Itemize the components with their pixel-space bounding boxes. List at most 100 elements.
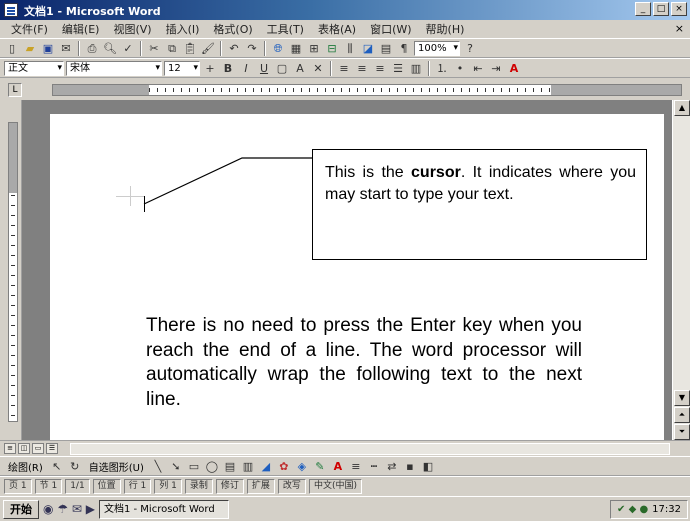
bullets-icon[interactable]: • (452, 61, 468, 76)
grow-font-icon[interactable]: + (202, 61, 218, 76)
taskbar-word-button[interactable]: 文档1 - Microsoft Word (98, 499, 229, 519)
menu-view[interactable]: 视图(V) (106, 21, 158, 37)
italic-icon[interactable]: I (238, 61, 254, 76)
font-select[interactable]: 宋体 (66, 60, 162, 76)
menu-format[interactable]: 格式(O) (206, 21, 259, 37)
cut-icon[interactable]: ✂ (146, 41, 162, 56)
status-mode-track[interactable]: 修订 (215, 479, 244, 494)
align-left-icon[interactable]: ≡ (336, 61, 352, 76)
open-folder-icon[interactable]: ▰ (22, 41, 38, 56)
show-hide-icon[interactable]: ¶ (396, 41, 412, 56)
undo-icon[interactable]: ↶ (226, 41, 242, 56)
insert-table-icon[interactable]: ⊞ (306, 41, 322, 56)
help-icon[interactable]: ? (462, 41, 478, 56)
status-mode-record[interactable]: 录制 (184, 479, 213, 494)
horizontal-scrollbar[interactable] (70, 443, 670, 455)
print-preview-icon[interactable]: 🔍︎ (102, 41, 118, 56)
line-style-icon[interactable]: ≡ (348, 459, 364, 474)
horizontal-ruler[interactable] (52, 84, 682, 96)
fill-color-icon[interactable]: ◈ (294, 459, 310, 474)
distribute-icon[interactable]: ▥ (408, 61, 424, 76)
tables-borders-icon[interactable]: ▦ (288, 41, 304, 56)
tab-selector-icon[interactable]: L (8, 83, 22, 97)
format-painter-icon[interactable]: 🖌︎ (200, 41, 216, 56)
insert-excel-icon[interactable]: ⊟ (324, 41, 340, 56)
horizontal-scrollbar-row: ≡ ◫ ▭ ☰ (0, 440, 690, 456)
char-border-icon[interactable]: ▢ (274, 61, 290, 76)
previous-page-icon[interactable]: ⏶ (674, 407, 690, 423)
redo-icon[interactable]: ↷ (244, 41, 260, 56)
justify-icon[interactable]: ☰ (390, 61, 406, 76)
maximize-button[interactable]: □ (653, 2, 669, 16)
spelling-icon[interactable]: ✓ (120, 41, 136, 56)
textbox-icon[interactable]: ▤ (222, 459, 238, 474)
wordart-icon[interactable]: ◢ (258, 459, 274, 474)
web-view-icon[interactable]: ◫ (18, 443, 30, 454)
next-page-icon[interactable]: ⏷ (674, 424, 690, 440)
select-objects-icon[interactable]: ↖ (49, 459, 65, 474)
drawing-icon[interactable]: ◪ (360, 41, 376, 56)
vertical-textbox-icon[interactable]: ▥ (240, 459, 256, 474)
menu-help[interactable]: 帮助(H) (419, 21, 472, 37)
dash-style-icon[interactable]: ┅ (366, 459, 382, 474)
decrease-indent-icon[interactable]: ⇤ (470, 61, 486, 76)
font-color-drawing-icon[interactable]: A (330, 459, 346, 474)
numbering-icon[interactable]: ⒈ (434, 61, 450, 76)
start-button[interactable]: 开始 (3, 499, 39, 519)
menu-edit[interactable]: 编辑(E) (55, 21, 107, 37)
word-app-icon[interactable] (4, 3, 18, 17)
status-mode-overtype[interactable]: 改写 (277, 479, 306, 494)
vertical-scrollbar[interactable]: ▲ ▼ ⏶ ⏷ (672, 100, 690, 440)
vertical-ruler-strip[interactable] (8, 122, 18, 422)
autoshapes-menu-button[interactable]: 自选图形(U) (85, 459, 148, 474)
shadow-icon[interactable]: ▪ (402, 459, 418, 474)
email-icon[interactable]: ✉ (58, 41, 74, 56)
menu-window[interactable]: 窗口(W) (363, 21, 418, 37)
draw-menu-button[interactable]: 绘图(R) (4, 459, 47, 474)
paste-icon[interactable]: 📋︎ (182, 41, 198, 56)
align-center-icon[interactable]: ≡ (354, 61, 370, 76)
free-rotate-icon[interactable]: ↻ (67, 459, 83, 474)
document-page[interactable]: This is the cursor. It indicates where y… (50, 114, 664, 440)
menu-file[interactable]: 文件(F) (4, 21, 55, 37)
increase-indent-icon[interactable]: ⇥ (488, 61, 504, 76)
char-shading-icon[interactable]: A (292, 61, 308, 76)
underline-icon[interactable]: U (256, 61, 272, 76)
minimize-button[interactable]: _ (635, 2, 651, 16)
copy-icon[interactable]: ⧉ (164, 41, 180, 56)
scroll-down-icon[interactable]: ▼ (674, 390, 690, 406)
arrow-style-icon[interactable]: ⇄ (384, 459, 400, 474)
menu-table[interactable]: 表格(A) (311, 21, 363, 37)
line-icon[interactable]: ╲ (150, 459, 166, 474)
columns-icon[interactable]: ⫼ (342, 41, 358, 56)
arrow-icon[interactable]: ➘ (168, 459, 184, 474)
line-color-icon[interactable]: ✎ (312, 459, 328, 474)
style-select[interactable]: 正文 (4, 60, 64, 76)
new-document-icon[interactable]: ▯ (4, 41, 20, 56)
char-scale-icon[interactable]: ✕ (310, 61, 326, 76)
tray-icons[interactable]: ✔ ◆ ● (617, 501, 648, 518)
hyperlink-icon[interactable]: 🌐︎ (270, 41, 286, 56)
scroll-up-icon[interactable]: ▲ (674, 100, 690, 116)
document-close-button[interactable]: × (675, 22, 684, 35)
menu-tools[interactable]: 工具(T) (260, 21, 311, 37)
document-map-icon[interactable]: ▤ (378, 41, 394, 56)
font-size-select[interactable]: 12 (164, 60, 200, 76)
save-icon[interactable]: ▣ (40, 41, 56, 56)
align-right-icon[interactable]: ≡ (372, 61, 388, 76)
3d-icon[interactable]: ◧ (420, 459, 436, 474)
oval-icon[interactable]: ◯ (204, 459, 220, 474)
print-view-icon[interactable]: ▭ (32, 443, 44, 454)
outline-view-icon[interactable]: ☰ (46, 443, 58, 454)
quick-launch-icons[interactable]: ◉ ☂ ✉ ▶ (43, 502, 95, 516)
print-icon[interactable]: ⎙ (84, 41, 100, 56)
menu-insert[interactable]: 插入(I) (159, 21, 207, 37)
close-button[interactable]: × (671, 2, 687, 16)
zoom-select[interactable]: 100% (414, 40, 460, 56)
bold-icon[interactable]: B (220, 61, 236, 76)
rectangle-icon[interactable]: ▭ (186, 459, 202, 474)
normal-view-icon[interactable]: ≡ (4, 443, 16, 454)
font-color-icon[interactable]: A (506, 61, 522, 76)
status-mode-extend[interactable]: 扩展 (246, 479, 275, 494)
clipart-icon[interactable]: ✿ (276, 459, 292, 474)
